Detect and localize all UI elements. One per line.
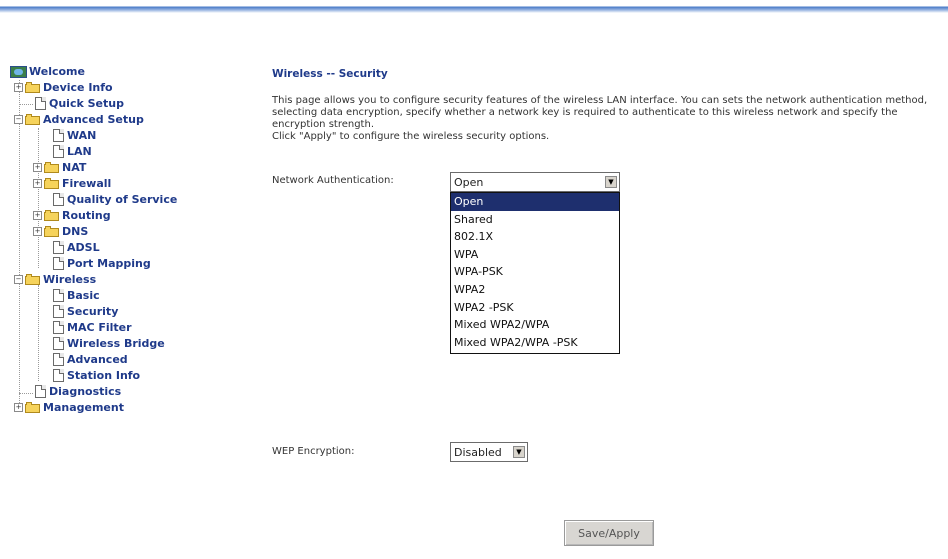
sidebar-item-port-mapping[interactable]: Port Mapping xyxy=(53,256,151,271)
page-icon xyxy=(53,337,64,350)
page-icon xyxy=(53,305,64,318)
sidebar-item-diagnostics[interactable]: Diagnostics xyxy=(35,384,121,399)
expand-icon[interactable]: + xyxy=(14,83,23,92)
page-icon xyxy=(53,257,64,270)
sidebar-item-nat[interactable]: + NAT xyxy=(33,160,86,175)
option-wpa2-psk[interactable]: WPA2 -PSK xyxy=(451,299,619,317)
option-wpa[interactable]: WPA xyxy=(451,246,619,264)
page-icon xyxy=(53,289,64,302)
folder-icon xyxy=(44,210,59,221)
wep-encryption-select[interactable]: Disabled ▼ xyxy=(450,442,528,462)
sidebar-item-dns[interactable]: + DNS xyxy=(33,224,88,239)
expand-icon[interactable]: + xyxy=(33,163,42,172)
globe-icon xyxy=(10,65,27,78)
expand-icon[interactable]: + xyxy=(33,227,42,236)
folder-icon xyxy=(44,178,59,189)
page-title: Wireless -- Security xyxy=(272,68,388,80)
option-open[interactable]: Open xyxy=(451,193,619,211)
sidebar-item-advanced[interactable]: Advanced xyxy=(53,352,128,367)
option-802-1x[interactable]: 802.1X xyxy=(451,228,619,246)
sidebar-item-station-info[interactable]: Station Info xyxy=(53,368,140,383)
option-mixed-wpa2-wpa-psk[interactable]: Mixed WPA2/WPA -PSK xyxy=(451,334,619,352)
folder-open-icon xyxy=(25,114,40,125)
wep-encryption-label: WEP Encryption: xyxy=(272,446,355,457)
collapse-icon[interactable]: − xyxy=(14,275,23,284)
chevron-down-icon[interactable]: ▼ xyxy=(513,446,525,458)
sidebar-item-device-info[interactable]: + Device Info xyxy=(14,80,113,95)
expand-icon[interactable]: + xyxy=(33,179,42,188)
tree-line xyxy=(19,393,33,394)
expand-icon[interactable]: + xyxy=(33,211,42,220)
folder-icon xyxy=(44,226,59,237)
option-wpa-psk[interactable]: WPA-PSK xyxy=(451,263,619,281)
expand-icon[interactable]: + xyxy=(14,403,23,412)
sidebar-item-routing[interactable]: + Routing xyxy=(33,208,111,223)
sidebar-item-lan[interactable]: LAN xyxy=(53,144,92,159)
sidebar-item-wireless[interactable]: − Wireless xyxy=(14,272,96,287)
tree-line xyxy=(38,285,39,381)
page-icon xyxy=(53,241,64,254)
folder-icon xyxy=(25,82,40,93)
sidebar-item-welcome[interactable]: Welcome xyxy=(10,64,85,79)
tree-line xyxy=(19,104,33,105)
top-bar xyxy=(0,0,948,14)
option-mixed-wpa2-wpa[interactable]: Mixed WPA2/WPA xyxy=(451,316,619,334)
sidebar-item-basic[interactable]: Basic xyxy=(53,288,100,303)
folder-icon xyxy=(25,402,40,413)
instruction-text: Click "Apply" to configure the wireless … xyxy=(272,131,550,142)
page-icon xyxy=(53,129,64,142)
sidebar-item-mac-filter[interactable]: MAC Filter xyxy=(53,320,132,335)
sidebar-item-adsl[interactable]: ADSL xyxy=(53,240,100,255)
network-auth-select[interactable]: Open ▼ xyxy=(450,172,620,192)
network-auth-value: Open xyxy=(454,175,484,189)
description-text: This page allows you to configure securi… xyxy=(272,95,928,130)
page-icon xyxy=(53,321,64,334)
network-auth-dropdown: Open Shared 802.1X WPA WPA-PSK WPA2 WPA2… xyxy=(450,192,620,354)
page-description: This page allows you to configure securi… xyxy=(272,95,944,143)
page-icon xyxy=(53,193,64,206)
tree-line xyxy=(19,80,20,409)
chevron-down-icon[interactable]: ▼ xyxy=(605,176,617,188)
sidebar-item-management[interactable]: + Management xyxy=(14,400,124,415)
tree-line xyxy=(38,128,39,268)
option-wpa2[interactable]: WPA2 xyxy=(451,281,619,299)
page-icon xyxy=(53,145,64,158)
sidebar-item-quick-setup[interactable]: Quick Setup xyxy=(35,96,124,111)
page-icon xyxy=(35,97,46,110)
sidebar-item-wireless-bridge[interactable]: Wireless Bridge xyxy=(53,336,165,351)
sidebar-item-security[interactable]: Security xyxy=(53,304,118,319)
sidebar-item-quality-of-service[interactable]: Quality of Service xyxy=(53,192,177,207)
wep-encryption-value: Disabled xyxy=(454,445,502,459)
page-icon xyxy=(53,369,64,382)
sidebar-item-wan[interactable]: WAN xyxy=(53,128,96,143)
sidebar-item-advanced-setup[interactable]: − Advanced Setup xyxy=(14,112,144,127)
page-icon xyxy=(35,385,46,398)
network-auth-label: Network Authentication: xyxy=(272,175,394,186)
folder-open-icon xyxy=(25,274,40,285)
sidebar-item-firewall[interactable]: + Firewall xyxy=(33,176,111,191)
save-apply-button[interactable]: Save/Apply xyxy=(564,520,654,546)
collapse-icon[interactable]: − xyxy=(14,115,23,124)
option-shared[interactable]: Shared xyxy=(451,211,619,229)
folder-icon xyxy=(44,162,59,173)
page-icon xyxy=(53,353,64,366)
